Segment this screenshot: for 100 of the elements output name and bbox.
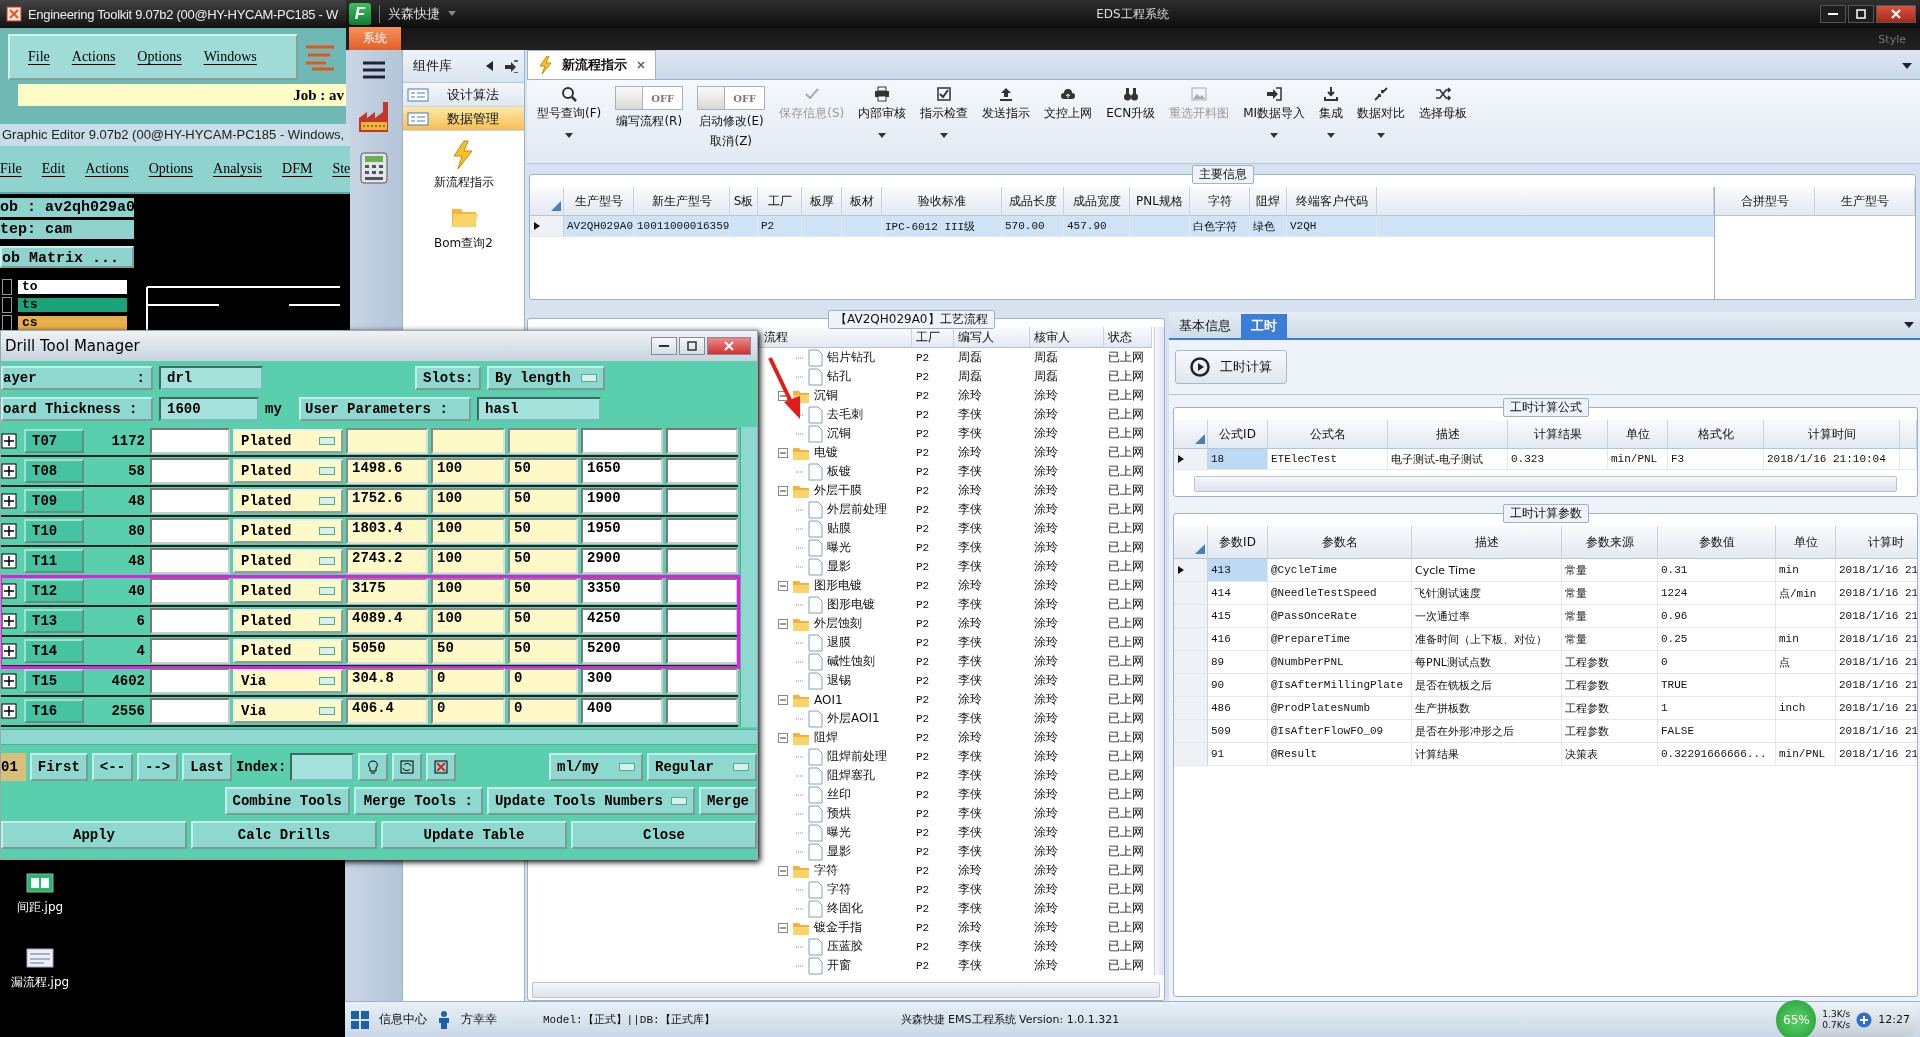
input-field[interactable]: 100 xyxy=(431,608,505,634)
input-field[interactable]: 1650 xyxy=(581,458,663,484)
column-header[interactable]: 格式化 xyxy=(1668,420,1764,449)
action-button[interactable]: Close xyxy=(571,821,757,849)
layer-item[interactable]: ts xyxy=(18,298,127,312)
input-field[interactable]: 0 xyxy=(431,668,505,694)
column-header[interactable]: 计算时 xyxy=(1836,526,1917,559)
tree-item[interactable]: 阻焊前处理 xyxy=(827,748,887,765)
column-header[interactable]: 参数ID xyxy=(1208,526,1268,559)
tree-item[interactable]: 外层干膜 xyxy=(814,482,862,499)
toolbar-button[interactable]: 文控上网 xyxy=(1040,84,1097,124)
input-field[interactable]: 0 xyxy=(508,668,578,694)
toolbar-button[interactable]: 型号查询(F) xyxy=(533,84,606,140)
document-tab[interactable]: 新流程指示 xyxy=(527,50,656,79)
type-dropdown[interactable]: Via xyxy=(233,699,343,723)
tree-item[interactable]: 字符 xyxy=(814,862,838,879)
type-dropdown[interactable]: Plated xyxy=(233,459,343,483)
tree-item[interactable]: 曝光 xyxy=(827,539,851,556)
toolbar-button[interactable]: 选择母板 xyxy=(1415,84,1472,124)
type-dropdown[interactable]: Plated xyxy=(233,429,343,453)
column-header[interactable]: 公式ID xyxy=(1208,420,1268,449)
layer-field[interactable]: drl xyxy=(159,366,263,390)
column-header[interactable]: 生产型号 xyxy=(1815,187,1915,216)
tool-button[interactable]: T10 xyxy=(24,519,84,543)
column-header[interactable]: 板材 xyxy=(842,187,882,216)
nav-button[interactable]: --> xyxy=(137,753,179,781)
tree-item[interactable]: 阻焊塞孔 xyxy=(827,767,875,784)
toolbar-button[interactable]: 数据对比 xyxy=(1353,84,1410,140)
merge-button[interactable]: Merge xyxy=(699,787,757,815)
tree-item[interactable]: 图形电镀 xyxy=(814,577,862,594)
type-dropdown[interactable]: Plated xyxy=(233,519,343,543)
input-field[interactable]: 1498.6 xyxy=(346,458,428,484)
tool-button[interactable]: T07 xyxy=(24,429,84,453)
input-field[interactable]: 400 xyxy=(581,698,663,724)
column-header[interactable]: 新生产型号 xyxy=(634,187,730,216)
tab[interactable]: 工时 xyxy=(1241,314,1287,338)
tree-item[interactable]: 丝印 xyxy=(827,786,851,803)
input-field[interactable]: 1752.6 xyxy=(346,488,428,514)
type-dropdown[interactable]: Plated xyxy=(233,489,343,513)
toolbar-button[interactable]: 发送指示 xyxy=(978,84,1035,124)
toggle-switch[interactable]: OFF xyxy=(615,86,684,110)
layer-item[interactable]: to xyxy=(18,280,127,294)
tile-button[interactable]: 新流程指示 xyxy=(403,139,524,192)
tree-item[interactable]: 图形电镀 xyxy=(827,596,875,613)
input-field[interactable]: 50 xyxy=(508,608,578,634)
menu-item[interactable]: DFM xyxy=(282,161,313,177)
input-field[interactable]: 304.8 xyxy=(346,668,428,694)
user-parameters-field[interactable]: hasl xyxy=(477,397,601,421)
tree-item[interactable]: 去毛刺 xyxy=(827,406,863,423)
tile-button[interactable]: Bom查询2 xyxy=(403,200,524,253)
tree-item[interactable]: 曝光 xyxy=(827,824,851,841)
input-field[interactable]: 1950 xyxy=(581,518,663,544)
tree-item[interactable]: 沉铜 xyxy=(827,425,851,442)
menu-item[interactable]: File xyxy=(0,161,22,177)
toggle-switch[interactable]: OFF xyxy=(697,86,766,110)
menu-item[interactable]: Windows xyxy=(203,49,257,65)
combine-button[interactable]: Combine Tools xyxy=(224,787,350,815)
input-field[interactable]: 4250 xyxy=(581,608,663,634)
menu-item[interactable]: File xyxy=(28,49,50,65)
nav-button[interactable]: First xyxy=(29,753,88,781)
tree-item[interactable]: 字符 xyxy=(827,881,851,898)
toolbar-button[interactable]: 内部审核 xyxy=(854,84,911,140)
input-field[interactable]: 50 xyxy=(508,638,578,664)
column-header[interactable]: 描述 xyxy=(1412,526,1562,559)
tool-button[interactable]: T08 xyxy=(24,459,84,483)
matrix-button[interactable]: ob Matrix ... xyxy=(0,246,134,268)
column-header[interactable]: PNL规格 xyxy=(1130,187,1190,216)
tree-item[interactable]: 压蓝胶 xyxy=(827,938,863,955)
type-dropdown[interactable]: Plated xyxy=(233,639,343,663)
input-field[interactable]: 50 xyxy=(431,638,505,664)
input-field[interactable]: 50 xyxy=(508,518,578,544)
menu-item[interactable]: Options xyxy=(137,49,182,65)
component-item[interactable]: 数据管理 xyxy=(403,107,524,131)
tree-item[interactable]: 外层蚀刻 xyxy=(814,615,862,632)
tree-item[interactable]: 板镀 xyxy=(827,463,851,480)
column-header[interactable]: 参数值 xyxy=(1658,526,1776,559)
tool-button[interactable]: T13 xyxy=(24,609,84,633)
column-header[interactable]: 字符 xyxy=(1190,187,1250,216)
tree-item[interactable]: 显影 xyxy=(827,558,851,575)
column-header[interactable]: 公式名 xyxy=(1268,420,1388,449)
tree-item[interactable]: 外层前处理 xyxy=(827,501,887,518)
tree-item[interactable]: 退膜 xyxy=(827,634,851,651)
tree-item[interactable]: 贴膜 xyxy=(827,520,851,537)
tree-item[interactable]: 预烘 xyxy=(827,805,851,822)
column-header[interactable]: 计算结果 xyxy=(1508,420,1608,449)
menu-item[interactable]: Actions xyxy=(71,49,116,65)
toolbar-button[interactable]: 集成 xyxy=(1315,84,1348,140)
info-center-link[interactable]: 信息中心 xyxy=(379,1011,427,1028)
menu-item[interactable]: Analysis xyxy=(213,161,263,177)
column-header[interactable]: 终端客户代码 xyxy=(1287,187,1377,216)
input-field[interactable]: 50 xyxy=(508,458,578,484)
tab[interactable]: 基本信息 xyxy=(1169,314,1241,338)
column-header[interactable]: 单位 xyxy=(1776,526,1836,559)
input-field[interactable]: 0 xyxy=(508,698,578,724)
tool-button[interactable]: T15 xyxy=(24,669,84,693)
column-header[interactable]: 成品长度 xyxy=(1002,187,1064,216)
tree-item[interactable]: AOI1 xyxy=(814,692,843,707)
tree-item[interactable]: 退锡 xyxy=(827,672,851,689)
input-field[interactable]: 0 xyxy=(431,698,505,724)
input-field[interactable]: 100 xyxy=(431,578,505,604)
